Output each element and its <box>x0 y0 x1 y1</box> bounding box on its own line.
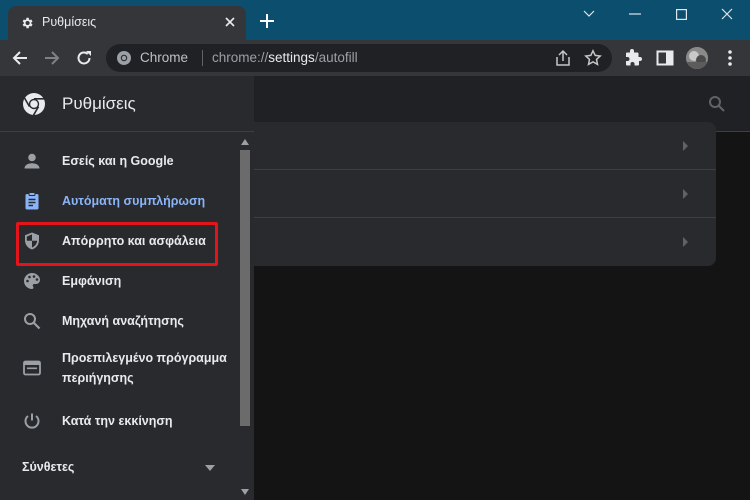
sidebar-item-label: Εσείς και η Google <box>62 154 174 168</box>
sidebar-item-label: Μηχανή αναζήτησης <box>62 314 184 328</box>
sidebar-section-advanced[interactable]: Σύνθετες <box>22 460 74 474</box>
url-path: /autofill <box>314 50 358 65</box>
sidebar-header: Ρυθμίσεις <box>0 76 254 132</box>
reload-icon <box>77 51 91 65</box>
back-button[interactable] <box>9 47 31 69</box>
chrome-icon <box>117 51 131 65</box>
url-text[interactable]: chrome://settings/autofill <box>212 50 358 65</box>
settings-sidebar: Ρυθμίσεις Εσείς και η Google Αυτόματη συ… <box>0 76 254 500</box>
maximize-button[interactable] <box>658 0 704 28</box>
url-scheme: chrome:// <box>212 50 269 65</box>
avatar[interactable] <box>686 47 708 69</box>
sidebar-item-label: Αυτόματη συμπλήρωση <box>62 194 206 208</box>
card-row[interactable] <box>254 170 716 218</box>
sidebar-item-label-line2: περιήγησης <box>62 371 134 385</box>
side-panel-icon[interactable] <box>655 48 675 68</box>
sidebar-item-label-line1: Προεπιλεγμένο πρόγραμμα <box>62 351 227 365</box>
extensions-icon[interactable] <box>624 48 644 68</box>
scroll-up-icon[interactable] <box>240 138 250 146</box>
minimize-window-button[interactable] <box>612 0 658 28</box>
card-row[interactable] <box>254 122 716 170</box>
new-tab-icon[interactable] <box>258 12 276 30</box>
power-icon <box>24 413 40 429</box>
forward-button[interactable] <box>41 47 63 69</box>
gear-icon <box>22 17 33 29</box>
chevron-right-icon <box>683 237 688 247</box>
title-bar: Ρυθμίσεις <box>0 0 750 40</box>
site-name: Chrome <box>140 50 189 65</box>
chevron-right-icon <box>683 141 688 151</box>
browser-toolbar: Chrome chrome://settings/autofill <box>0 40 750 76</box>
address-bar[interactable]: Chrome chrome://settings/autofill <box>106 44 612 72</box>
chevron-down-icon[interactable] <box>204 464 216 472</box>
minimize-button[interactable] <box>566 0 612 28</box>
url-host: settings <box>268 50 315 65</box>
reload-button[interactable] <box>73 47 95 69</box>
search-icon <box>24 313 41 330</box>
person-icon <box>24 153 40 169</box>
palette-icon <box>24 273 40 289</box>
close-tab-icon[interactable] <box>222 14 238 30</box>
arrow-left-icon <box>12 51 27 65</box>
chevron-down-icon <box>583 10 595 17</box>
page-title: Ρυθμίσεις <box>62 94 136 113</box>
sidebar-item-label: Εμφάνιση <box>62 274 122 288</box>
share-icon[interactable] <box>554 49 572 67</box>
chevron-right-icon <box>683 189 688 199</box>
sidebar-item-you-and-google[interactable]: Εσείς και η Google <box>0 140 236 180</box>
bookmark-star-icon[interactable] <box>584 49 602 67</box>
browser-icon <box>23 360 41 376</box>
close-icon <box>721 8 733 20</box>
maximize-icon <box>675 8 687 20</box>
tab-title: Ρυθμίσεις <box>42 15 97 29</box>
autofill-card <box>254 122 716 266</box>
sidebar-item-autofill[interactable]: Αυτόματη συμπλήρωση <box>0 180 236 220</box>
scroll-down-icon[interactable] <box>240 488 250 496</box>
search-icon[interactable] <box>708 95 726 113</box>
scrollbar-thumb[interactable] <box>240 150 250 426</box>
sidebar-item-search-engine[interactable]: Μηχανή αναζήτησης <box>0 300 236 340</box>
arrow-right-icon <box>45 51 60 65</box>
profile-photo <box>686 47 708 69</box>
url-separator <box>202 50 203 66</box>
sidebar-item-appearance[interactable]: Εμφάνιση <box>0 260 236 300</box>
card-row[interactable] <box>254 218 716 266</box>
close-window-button[interactable] <box>704 0 750 28</box>
tab-settings[interactable]: Ρυθμίσεις <box>8 6 246 40</box>
clipboard-icon <box>25 192 39 210</box>
highlight-annotation <box>16 222 218 266</box>
chrome-logo-icon <box>23 93 45 116</box>
sidebar-item-default-browser[interactable]: Προεπιλεγμένο πρόγραμμα περιήγησης <box>0 340 236 396</box>
sidebar-item-on-startup[interactable]: Κατά την εκκίνηση <box>0 400 236 440</box>
minimize-icon <box>629 13 641 15</box>
sidebar-item-label: Κατά την εκκίνηση <box>62 414 173 428</box>
menu-icon[interactable] <box>727 49 733 67</box>
